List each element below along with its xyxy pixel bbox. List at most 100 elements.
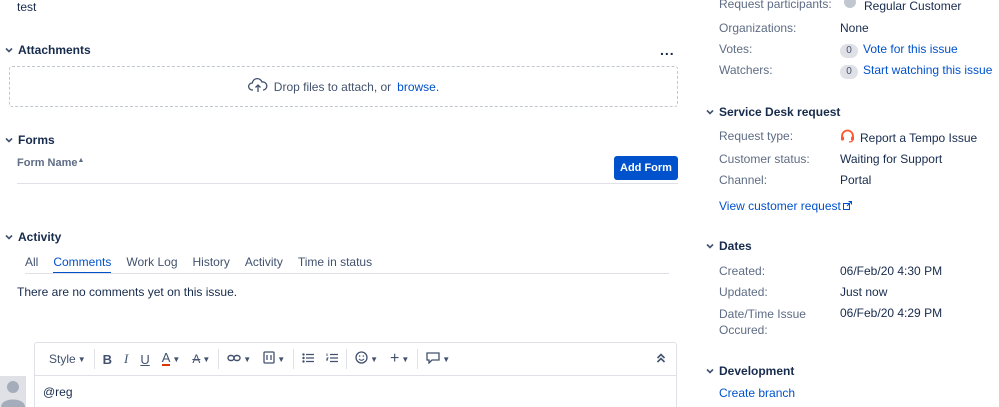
channel-value: Portal [840,173,872,187]
underline-icon: U [140,351,150,367]
comment-editor: Style ▼ B I U A ▼ A ▼ ▼ ▼ ▼ + ▼ ▼ @reg [34,342,677,407]
plus-icon: + [390,350,400,367]
insert-button[interactable]: + ▼ [384,347,415,371]
service-desk-header[interactable]: Service Desk request [705,105,840,119]
participant-item[interactable]: Regular Customer [840,0,961,14]
strikethrough-icon: A [192,352,201,366]
italic-icon: I [124,351,129,366]
form-name-column-header[interactable]: Form Name▲ [17,157,84,169]
add-form-button[interactable]: Add Form [614,156,678,180]
toolbar-separator [93,349,95,369]
request-type-value: Report a Tempo Issue [840,129,977,146]
forms-title: Forms [18,133,55,147]
created-label: Created: [719,264,766,278]
customer-status-value: Waiting for Support [840,152,943,166]
updated-value: Just now [840,285,888,299]
activity-title: Activity [18,230,62,244]
bold-button[interactable]: B [97,347,118,371]
vote-link[interactable]: Vote for this issue [863,42,958,56]
activity-tabs: All Comments Work Log History Activity T… [25,255,372,274]
chevron-down-icon[interactable] [4,135,14,145]
bold-icon: B [102,351,112,367]
chevron-down-icon: ▼ [77,354,86,364]
chevron-down-icon[interactable] [705,241,715,251]
no-comments-message: There are no comments yet on this issue. [17,285,238,299]
headset-icon [840,129,855,146]
toolbar-separator [218,349,220,369]
drop-text: Drop files to attach, or [273,79,392,94]
watchers-value: 0 Start watching this issue [840,63,992,79]
datetime-issue-value: 06/Feb/20 4:29 PM [840,306,943,320]
attachment-icon [263,351,275,367]
view-customer-request-link[interactable]: View customer request [719,199,852,213]
editor-toolbar: Style ▼ B I U A ▼ A ▼ ▼ ▼ ▼ + ▼ ▼ [35,343,676,376]
more-formatting-button[interactable]: A ▼ [186,347,216,371]
created-value: 06/Feb/20 4:30 PM [840,264,943,278]
participants-label: Request participants: [719,0,832,11]
tab-history[interactable]: History [193,255,230,274]
italic-button[interactable]: I [118,347,134,371]
external-link-icon [842,199,852,213]
customer-status-label: Customer status: [719,152,810,166]
cloud-upload-icon [247,77,268,96]
toolbar-separator [346,349,348,369]
underline-button[interactable]: U [134,347,155,371]
dates-header[interactable]: Dates [705,239,752,253]
emoji-icon [355,351,368,367]
comment-input[interactable]: @reg [43,385,73,399]
collapse-toolbar-icon[interactable] [656,352,666,367]
more-icon[interactable]: ... [660,43,675,57]
development-header[interactable]: Development [705,364,794,378]
organizations-label: Organizations: [719,21,797,35]
browse-link[interactable]: browse. [397,80,439,94]
watch-link[interactable]: Start watching this issue [863,63,992,77]
votes-value: 0 Vote for this issue [840,42,958,58]
text-color-button[interactable]: A ▼ [156,347,187,371]
numbered-list-button[interactable] [320,347,344,371]
attachments-title: Attachments [18,43,91,57]
tab-comments[interactable]: Comments [53,255,112,274]
votes-count-badge: 0 [840,44,858,58]
sort-asc-icon: ▲ [77,157,85,164]
development-title: Development [719,364,795,378]
numbered-list-icon [325,352,339,366]
link-button[interactable]: ▼ [221,347,257,371]
attachment-dropzone[interactable]: Drop files to attach, or browse. [9,66,678,107]
service-desk-title: Service Desk request [719,105,841,119]
toolbar-separator [293,349,295,369]
tab-activity[interactable]: Activity [245,255,283,274]
user-avatar-icon [840,0,860,14]
watchers-count-badge: 0 [840,65,858,79]
create-branch-link[interactable]: Create branch [719,386,795,400]
link-icon [227,352,241,366]
chevron-down-icon[interactable] [705,107,715,117]
avatar [0,376,26,407]
forms-header[interactable]: Forms [4,133,55,147]
votes-label: Votes: [719,42,753,56]
channel-label: Channel: [719,173,768,187]
participant-name: Regular Customer [864,0,962,13]
toolbar-separator [417,349,419,369]
chevron-down-icon[interactable] [4,45,14,55]
updated-label: Updated: [719,285,768,299]
bullet-list-icon [302,352,315,366]
watchers-label: Watchers: [719,63,773,77]
comment-template-icon [426,351,440,367]
text-color-icon: A [161,350,171,366]
tab-all[interactable]: All [25,255,38,274]
chevron-down-icon[interactable] [705,366,715,376]
style-dropdown[interactable]: Style ▼ [43,347,92,371]
tab-work-log[interactable]: Work Log [126,255,177,274]
datetime-issue-label: Date/Time Issue Occured: [719,307,806,337]
chevron-down-icon[interactable] [4,232,14,242]
emoji-button[interactable]: ▼ [349,347,384,371]
description-text: test [17,0,37,14]
activity-header[interactable]: Activity [4,230,61,244]
divider [17,183,678,184]
attachment-button[interactable]: ▼ [257,347,291,371]
bullet-list-button[interactable] [296,347,320,371]
tab-time-in-status[interactable]: Time in status [298,255,372,274]
canned-response-button[interactable]: ▼ [420,347,456,371]
request-type-label: Request type: [719,129,794,143]
attachments-header[interactable]: Attachments [4,43,91,57]
